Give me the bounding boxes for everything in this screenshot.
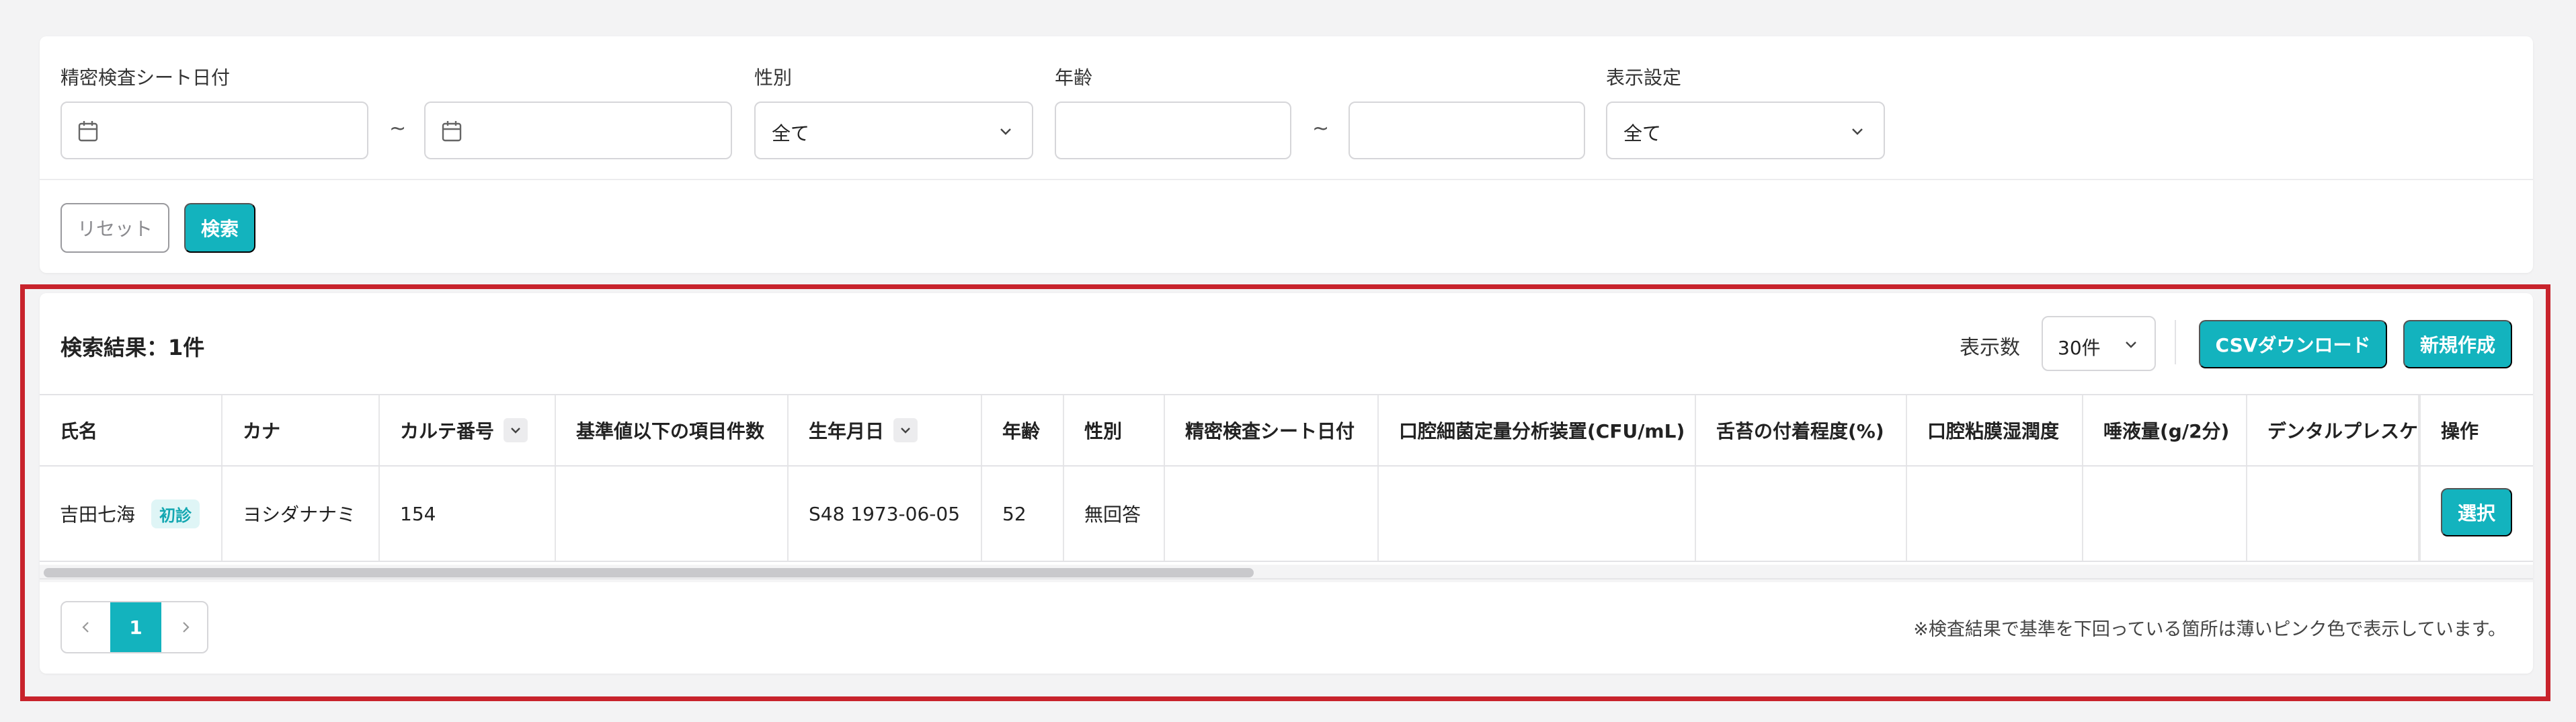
filter-divider [40,179,2533,180]
date-from-input[interactable] [61,102,368,159]
age-from-input[interactable] [1055,102,1291,159]
date-range-separator: ~ [389,117,407,141]
search-filter-panel: 精密検査シート日付 ~ 性別 全て 年齢 ~ 表示設定 全て リセット 検索 [40,36,2533,273]
calendar-icon [78,121,98,142]
age-range-separator: ~ [1312,117,1330,141]
chevron-down-icon [1852,128,1863,135]
date-to-input[interactable] [424,102,732,159]
display-setting-select[interactable]: 全て [1606,102,1885,159]
gender-filter-label: 性別 [754,67,793,89]
age-to-input[interactable] [1349,102,1585,159]
date-filter-label: 精密検査シート日付 [61,67,231,89]
chevron-down-icon [1000,128,1011,135]
calendar-icon [442,121,462,142]
age-filter-label: 年齢 [1055,67,1093,89]
gender-select[interactable]: 全て [754,102,1033,159]
search-button[interactable]: 検索 [184,203,255,253]
reset-button[interactable]: リセット [61,203,169,253]
gender-select-value: 全て [772,122,810,145]
highlight-frame [20,284,2550,701]
display-setting-label: 表示設定 [1606,67,1682,89]
display-setting-value: 全て [1623,122,1662,145]
